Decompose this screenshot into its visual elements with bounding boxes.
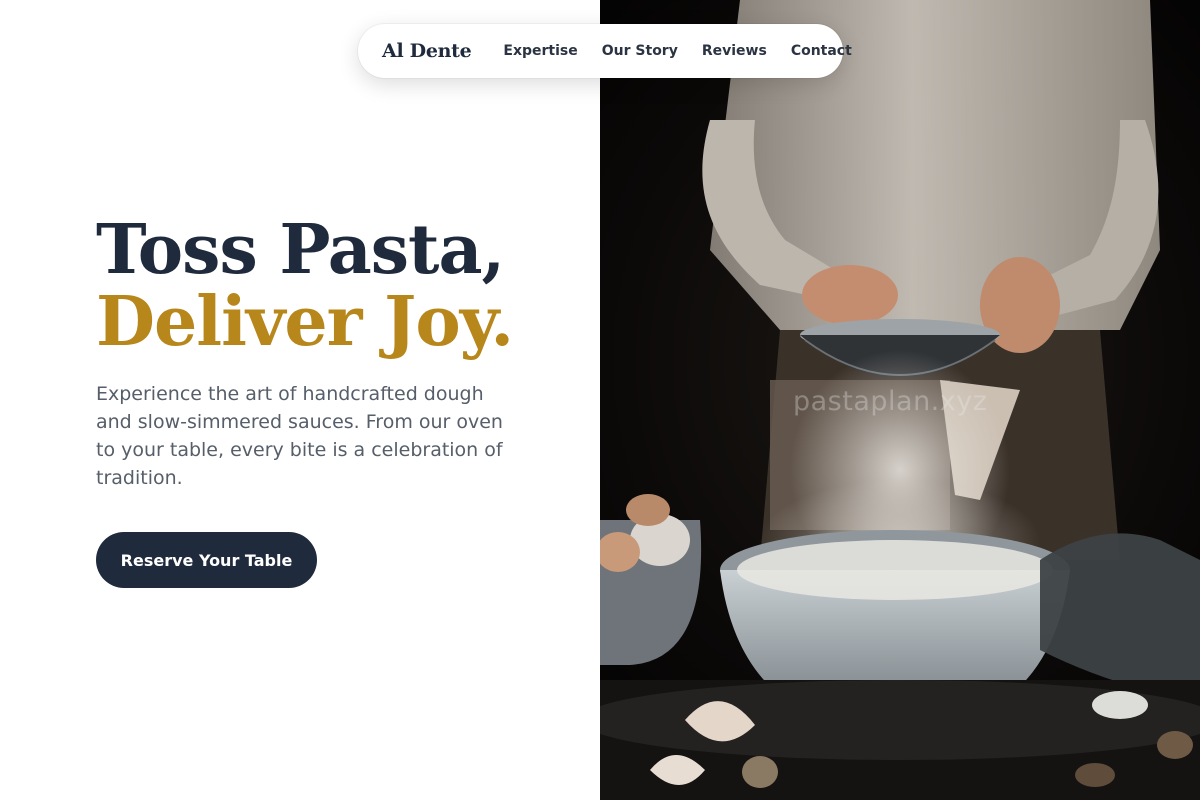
nav-item-reviews[interactable]: Reviews [702,43,767,59]
watermark-text: pastaplan.xyz [793,386,988,417]
headline-line-2: Deliver Joy. [96,282,514,362]
top-nav: Al Dente Expertise Our Story Reviews Con… [358,24,852,78]
nav-item-contact[interactable]: Contact [791,43,852,59]
brand-logo[interactable]: Al Dente [382,40,472,62]
headline-line-1: Toss Pasta, [96,210,505,290]
reserve-table-button[interactable]: Reserve Your Table [96,532,317,588]
hero-headline: Toss Pasta, Deliver Joy. [96,210,514,362]
hero-left-panel: Toss Pasta, Deliver Joy. Experience the … [0,0,600,800]
hero-description: Experience the art of handcrafted dough … [96,383,503,489]
nav-item-our-story[interactable]: Our Story [602,43,678,59]
hero-image: pastaplan.xyz [600,0,1200,800]
nav-item-expertise[interactable]: Expertise [503,43,577,59]
